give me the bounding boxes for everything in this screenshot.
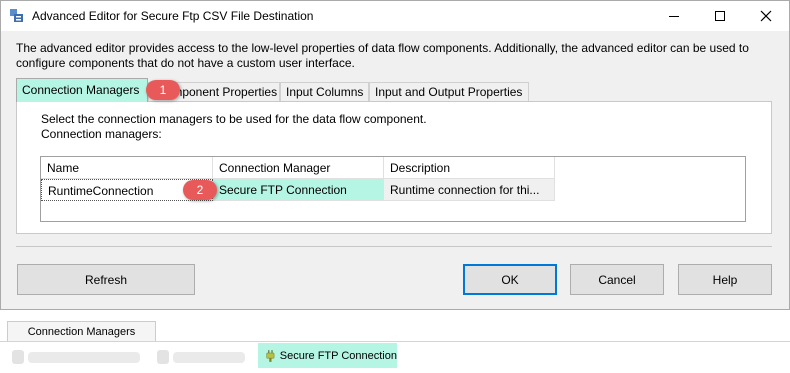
tab-input-output-properties[interactable]: Input and Output Properties: [369, 82, 529, 101]
blurred-connection-item: [173, 352, 245, 363]
minimize-icon: [669, 15, 679, 17]
blurred-connection-icon: [157, 350, 169, 364]
minimize-button[interactable]: [651, 1, 697, 31]
separator: [16, 246, 772, 247]
callout-2: 2: [183, 180, 217, 200]
connection-managers-grid: Name Connection Manager Description Runt…: [40, 156, 746, 222]
callout-1: 1: [146, 80, 180, 100]
title-bar[interactable]: Advanced Editor for Secure Ftp CSV File …: [1, 1, 789, 31]
secure-ftp-connection-label: Secure FTP Connection: [279, 349, 397, 362]
close-icon: [760, 10, 772, 22]
description-line-2: configure components that do not have a …: [16, 56, 355, 70]
maximize-button[interactable]: [697, 1, 743, 31]
secure-ftp-connection-item[interactable]: Secure FTP Connection: [258, 343, 397, 368]
close-button[interactable]: [743, 1, 789, 31]
blurred-connection-item: [28, 352, 140, 363]
column-header-name[interactable]: Name: [41, 157, 213, 179]
row-description-cell: Runtime connection for thi...: [384, 179, 555, 201]
tab-connection-managers[interactable]: Connection Managers: [16, 78, 148, 102]
callout-1-label: 1: [159, 83, 167, 97]
maximize-icon: [715, 11, 725, 21]
callout-2-label: 2: [196, 183, 204, 197]
refresh-button[interactable]: Refresh: [17, 264, 195, 295]
plug-icon: [266, 349, 275, 362]
panel-instruction: Select the connection managers to be use…: [41, 112, 427, 126]
row-connection-manager-cell[interactable]: Secure FTP Connection: [213, 179, 384, 201]
ssis-component-icon: [10, 9, 23, 22]
cancel-button[interactable]: Cancel: [570, 264, 664, 295]
editor-description: The advanced editor provides access to t…: [16, 41, 776, 71]
description-line-1: The advanced editor provides access to t…: [16, 41, 749, 55]
column-header-description[interactable]: Description: [384, 157, 555, 179]
ok-button[interactable]: OK: [463, 264, 557, 295]
window-title: Advanced Editor for Secure Ftp CSV File …: [32, 9, 314, 23]
tab-input-columns[interactable]: Input Columns: [280, 82, 369, 101]
connection-managers-tray-tab[interactable]: Connection Managers: [7, 321, 156, 342]
help-button[interactable]: Help: [678, 264, 772, 295]
blurred-connection-icon: [12, 350, 24, 364]
grid-label: Connection managers:: [41, 127, 162, 141]
column-header-connection-manager[interactable]: Connection Manager: [213, 157, 384, 179]
